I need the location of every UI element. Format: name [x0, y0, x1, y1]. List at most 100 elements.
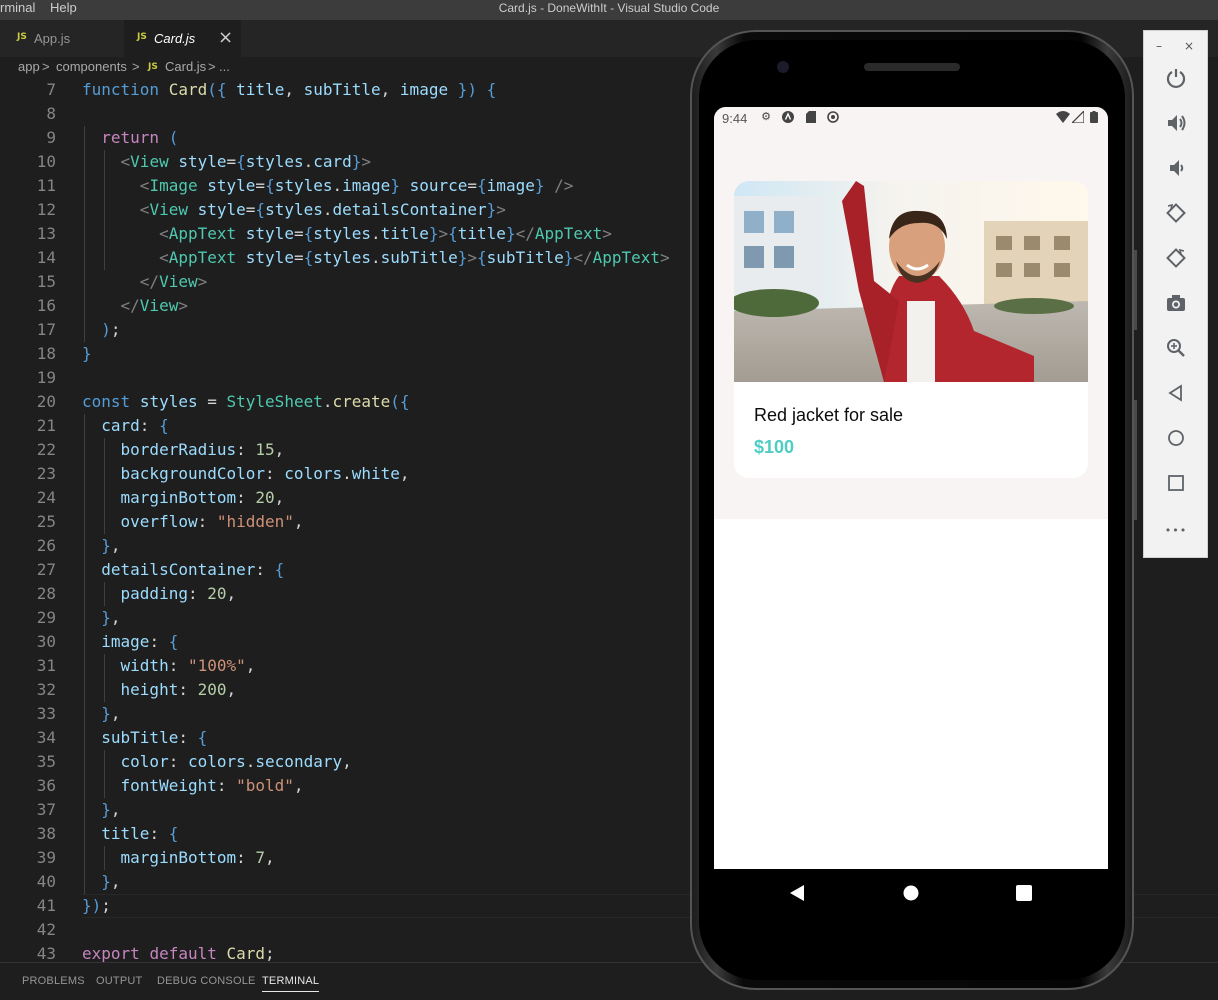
line-number: 36: [36, 776, 56, 795]
phone-speaker: [864, 63, 960, 71]
breadcrumb-symbol[interactable]: ...: [219, 59, 230, 74]
breadcrumb-card-js[interactable]: Card.js: [165, 59, 206, 74]
line-number: 26: [36, 536, 56, 555]
panel-tab-problems[interactable]: PROBLEMS: [22, 975, 85, 987]
tab-app-js[interactable]: JS App.js: [0, 20, 124, 57]
line-number: 30: [36, 632, 56, 651]
indent-guide: [104, 750, 105, 798]
line-number: 37: [36, 800, 56, 819]
code-text: <View style={styles.card}>: [120, 152, 372, 171]
card-title: Red jacket for sale: [754, 405, 904, 425]
line-number: 41: [36, 896, 56, 915]
minimize-button[interactable]: –: [1156, 39, 1162, 53]
line-number: 28: [36, 584, 56, 603]
code-text: },: [101, 800, 121, 819]
code-text: <AppText style={styles.subTitle}>{subTit…: [159, 248, 670, 267]
code-text: <Image style={styles.image} source={imag…: [139, 176, 574, 195]
code-text: image: {: [101, 632, 179, 651]
zoom-icon[interactable]: [1162, 337, 1190, 365]
code-text: title: {: [101, 824, 179, 843]
line-number: 7: [46, 80, 56, 99]
code-text: fontWeight: "bold",: [120, 776, 304, 795]
code-text: borderRadius: 15,: [120, 440, 285, 459]
indent-guide: [104, 150, 105, 270]
line-number: 12: [36, 200, 56, 219]
sync-icon: [827, 111, 839, 123]
panel-tab-terminal[interactable]: TERMINAL: [262, 975, 320, 992]
line-number: 13: [36, 224, 56, 243]
indent-guide: [104, 654, 105, 702]
nav-home-button[interactable]: [903, 885, 919, 906]
scrollbar[interactable]: [1134, 400, 1137, 520]
status-time: 9:44: [722, 111, 748, 126]
scrollbar[interactable]: [1134, 250, 1137, 330]
code-text: padding: 20,: [120, 584, 237, 603]
phone-screen: 9:44 ⚙ Red jacket for sale $100: [714, 107, 1108, 869]
code-text: card: {: [101, 416, 169, 435]
line-number: 23: [36, 464, 56, 483]
breadcrumb-app[interactable]: app: [18, 59, 40, 74]
overview-icon[interactable]: [1162, 472, 1190, 500]
camera-icon[interactable]: [1162, 292, 1190, 320]
front-camera: [777, 61, 789, 73]
line-number: 11: [36, 176, 56, 195]
status-bar: 9:44 ⚙: [714, 107, 1108, 131]
javascript-file-icon: JS: [137, 32, 147, 42]
panel-tab-output[interactable]: OUTPUT: [96, 975, 142, 987]
volume-down-icon[interactable]: [1162, 157, 1190, 185]
indent-guide: [104, 846, 105, 870]
code-text: marginBottom: 7,: [120, 848, 275, 867]
javascript-file-icon: JS: [148, 62, 158, 72]
back-icon[interactable]: [1162, 382, 1190, 410]
line-number: 40: [36, 872, 56, 891]
more-icon[interactable]: •••: [1162, 517, 1190, 545]
home-icon[interactable]: [1162, 427, 1190, 455]
panel-tab-debug-console[interactable]: DEBUG CONSOLE: [157, 975, 256, 987]
code-text: height: 200,: [120, 680, 237, 699]
line-number: 9: [46, 128, 56, 147]
indent-guide: [84, 126, 85, 342]
code-text: detailsContainer: {: [101, 560, 285, 579]
tab-card-js[interactable]: JS Card.js ×: [124, 20, 241, 57]
power-icon[interactable]: [1162, 67, 1190, 95]
code-text: },: [101, 704, 121, 723]
android-notification-icon: [782, 111, 794, 123]
indent-guide: [84, 414, 85, 894]
line-number: 32: [36, 680, 56, 699]
line-number: 16: [36, 296, 56, 315]
rotate-right-icon[interactable]: [1162, 247, 1190, 275]
close-icon[interactable]: ×: [218, 27, 233, 48]
sd-card-icon: [805, 111, 817, 123]
line-number: 14: [36, 248, 56, 267]
close-button[interactable]: ×: [1184, 39, 1194, 53]
code-text: },: [101, 536, 121, 555]
rotate-left-icon[interactable]: [1162, 202, 1190, 230]
line-number: 20: [36, 392, 56, 411]
cell-signal-icon: [1070, 109, 1085, 124]
line-number: 34: [36, 728, 56, 747]
breadcrumb-separator: >: [208, 59, 216, 74]
tab-label: Card.js: [154, 31, 196, 46]
line-number: 17: [36, 320, 56, 339]
code-text: width: "100%",: [120, 656, 256, 675]
breadcrumb-separator: >: [42, 59, 50, 74]
code-text: <View style={styles.detailsContainer}>: [139, 200, 506, 219]
indent-guide: [104, 438, 105, 534]
code-text: overflow: "hidden",: [120, 512, 304, 531]
code-text: </View>: [139, 272, 208, 291]
code-text: return (: [101, 128, 179, 147]
card-price: $100: [754, 437, 795, 457]
line-number: 31: [36, 656, 56, 675]
nav-back-button[interactable]: [789, 884, 805, 907]
code-text: <AppText style={styles.title}>{title}</A…: [159, 224, 612, 243]
code-text: color: colors.secondary,: [120, 752, 352, 771]
breadcrumb-components[interactable]: components: [56, 59, 127, 74]
listing-card[interactable]: Red jacket for sale $100: [734, 181, 1088, 478]
code-text: function Card({ title, subTitle, image }…: [82, 80, 497, 99]
code-text: backgroundColor: colors.white,: [120, 464, 410, 483]
volume-up-icon[interactable]: [1162, 112, 1190, 140]
nav-recents-button[interactable]: [1016, 885, 1032, 906]
line-number: 21: [36, 416, 56, 435]
line-number: 35: [36, 752, 56, 771]
line-number: 42: [36, 920, 56, 939]
